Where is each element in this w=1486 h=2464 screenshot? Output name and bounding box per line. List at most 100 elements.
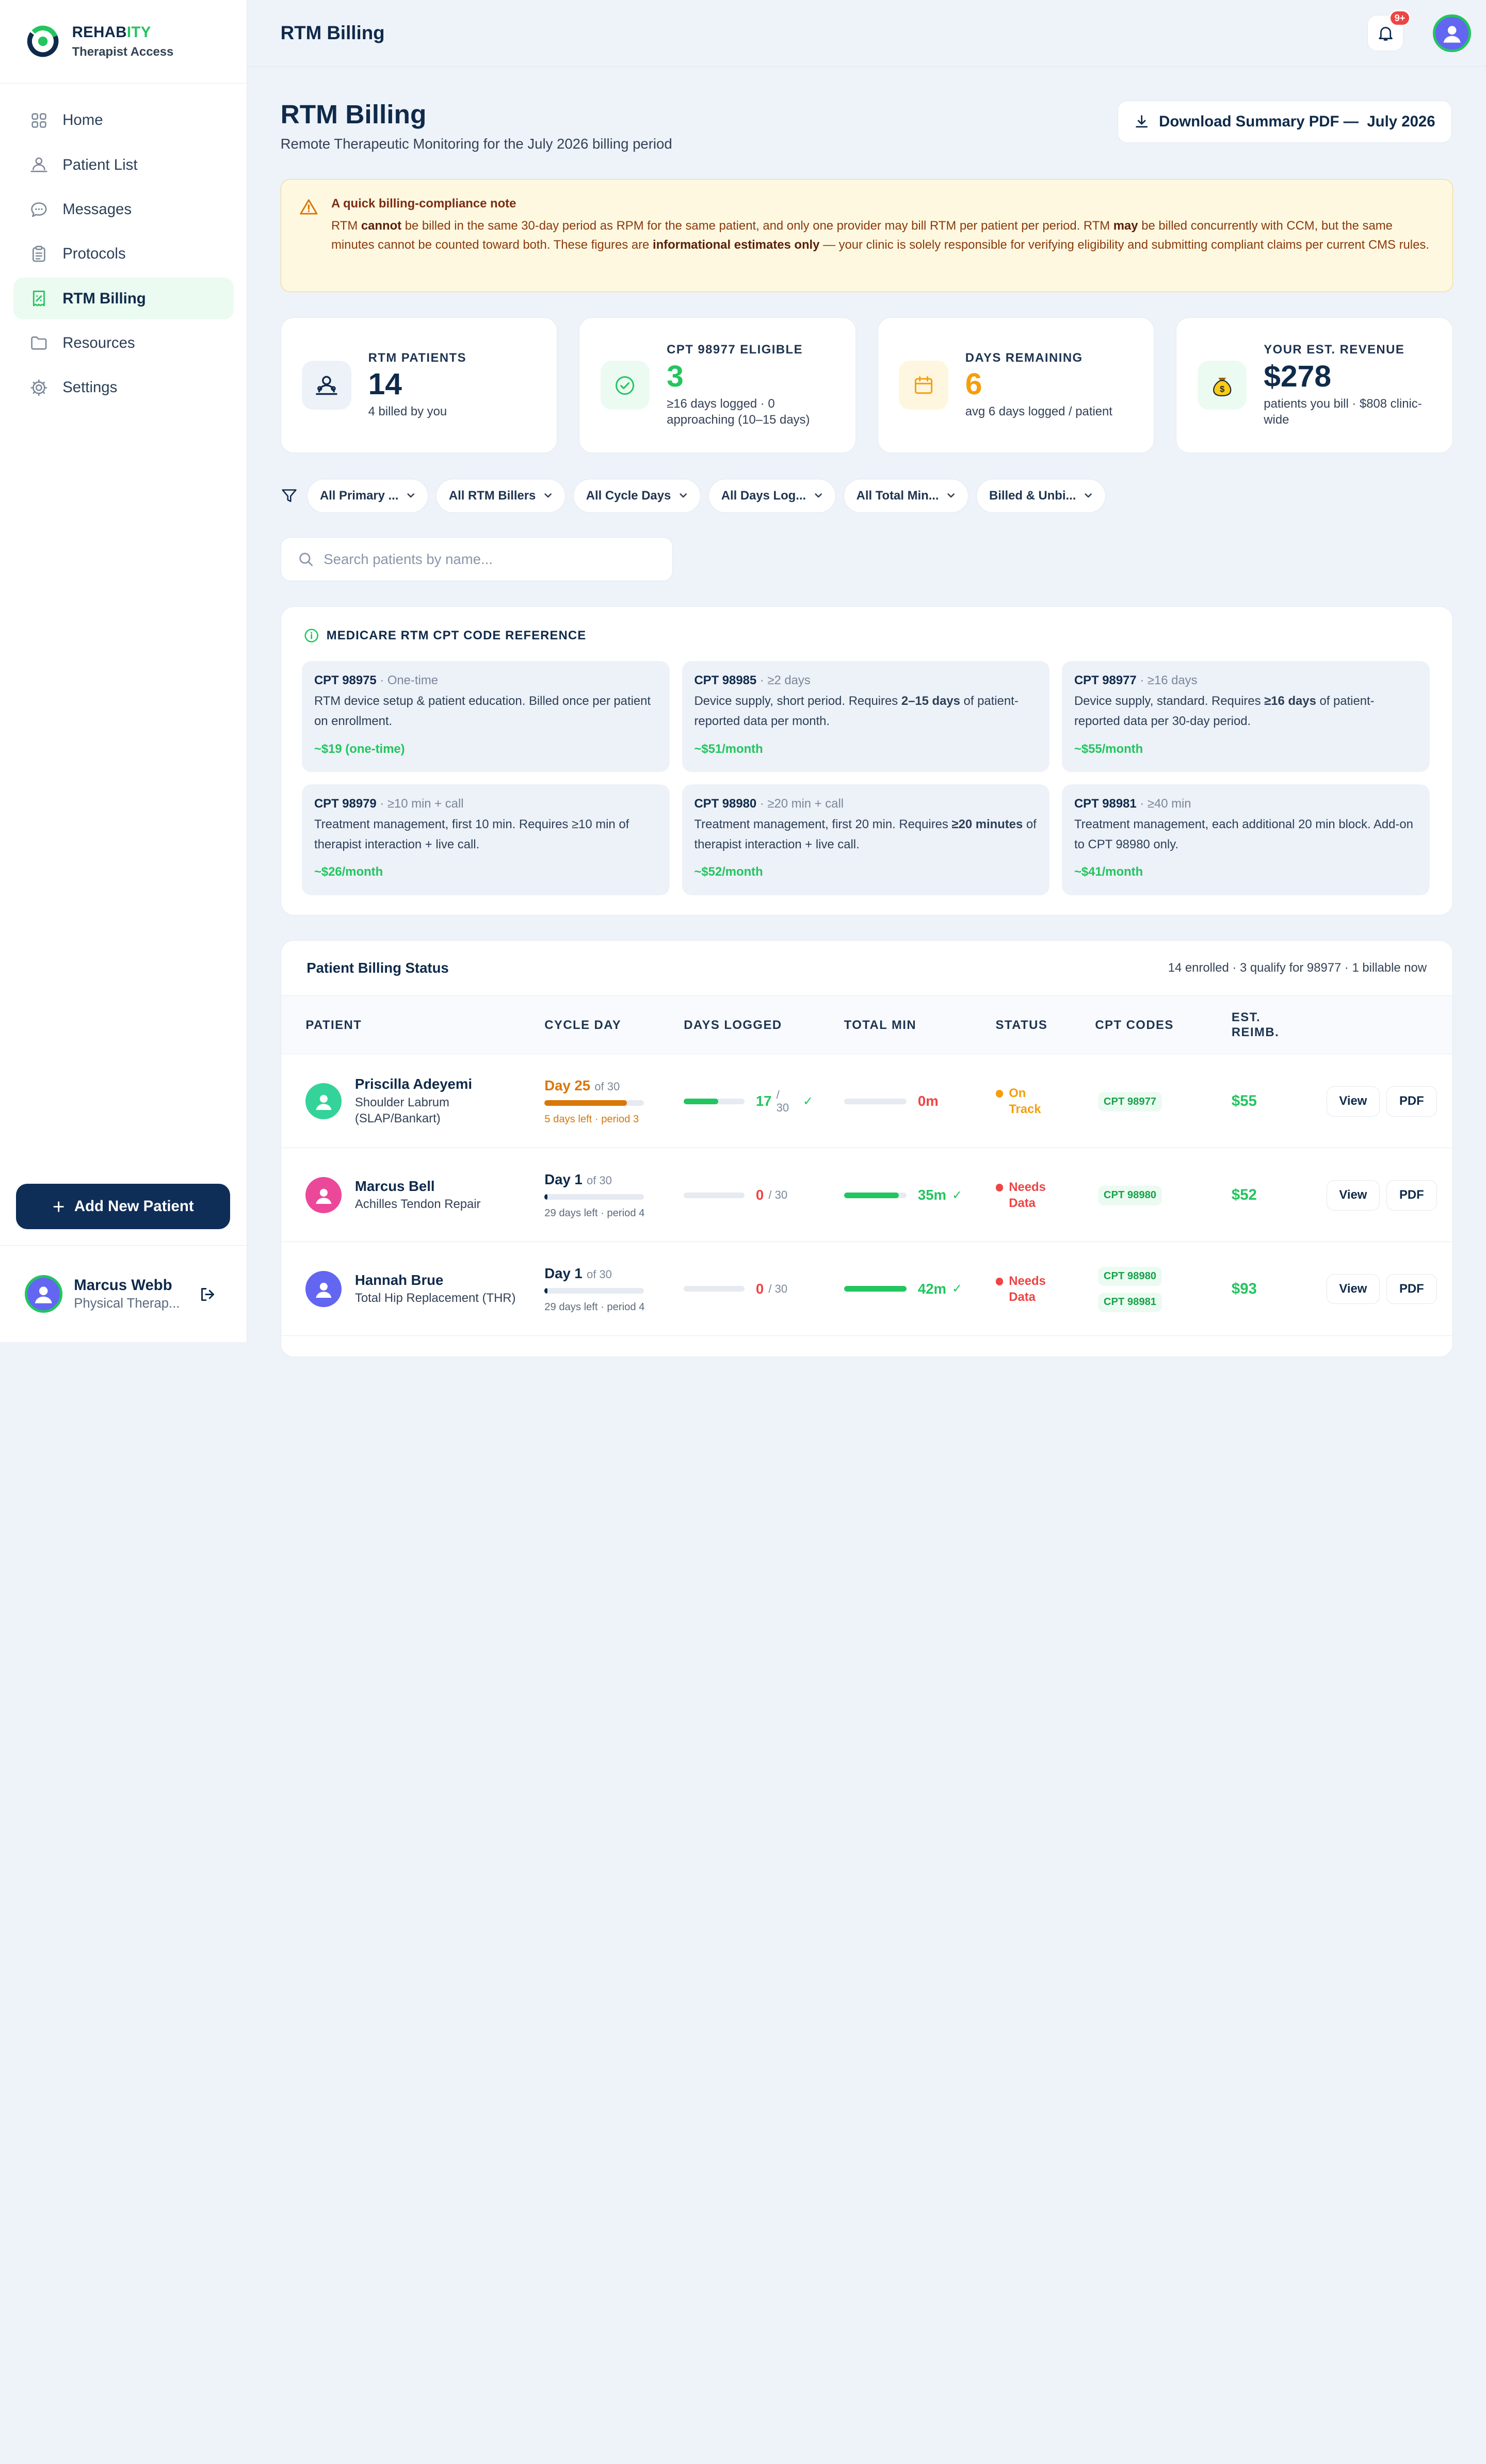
notifications-button[interactable]: 9+	[1367, 10, 1411, 52]
filter-dropdown[interactable]: All RTM Billers	[436, 478, 566, 513]
total-min-bar	[844, 1192, 907, 1198]
topbar: RTM Billing 9+	[247, 0, 1486, 67]
calendar-icon	[899, 360, 948, 410]
profile-avatar[interactable]	[1433, 14, 1471, 52]
filter-dropdown[interactable]: All Cycle Days	[573, 478, 701, 513]
days-logged-value: 17	[755, 1093, 772, 1109]
search-input[interactable]	[324, 551, 656, 568]
info-icon	[304, 629, 318, 642]
cpt-code-description: Treatment management, first 10 min. Requ…	[314, 817, 629, 851]
filter-dropdown[interactable]: All Total Min...	[843, 478, 969, 513]
total-min-cell: 42m ✓	[844, 1242, 962, 1336]
sidebar-item-messages[interactable]: Messages	[13, 188, 234, 230]
view-button[interactable]: View	[1326, 1180, 1380, 1211]
sidebar-item-resources[interactable]: Resources	[13, 322, 234, 364]
cycle-progress-bar	[544, 1288, 644, 1294]
clipboard-icon	[29, 245, 49, 264]
note-title: A quick billing-compliance note	[331, 197, 516, 211]
user-profile[interactable]: Marcus Webb Physical Therap...	[0, 1245, 247, 1342]
cycle-of: of 30	[594, 1080, 620, 1093]
total-check-icon: ✓	[952, 1282, 963, 1296]
money-bag-icon: $	[1197, 360, 1247, 410]
stat-subtext: patients you bill · $808 clinic-wide	[1264, 396, 1422, 427]
cpt-code-badge: CPT 98980	[1097, 1266, 1162, 1286]
chevron-down-icon	[407, 493, 415, 498]
pdf-button[interactable]: PDF	[1386, 1180, 1437, 1211]
note-text: RTM cannot be billed in the same 30-day …	[331, 219, 1429, 252]
col-total-min[interactable]: TOTAL MIN	[844, 996, 916, 1055]
filter-dropdown[interactable]: All Primary ...	[307, 478, 429, 513]
cpt-code-heading: CPT 98981 · ≥40 min	[1074, 796, 1191, 811]
cycle-day: Day 1	[544, 1171, 583, 1188]
row-actions: View PDF	[1326, 1242, 1437, 1336]
filter-dropdown[interactable]: All Days Log...	[708, 478, 836, 513]
cycle-days-left: 5 days left · period 3	[544, 1114, 639, 1125]
patient-cell: Priscilla Adeyemi Shoulder Labrum (SLAP/…	[305, 1054, 533, 1148]
cpt-code-heading: CPT 98980 · ≥20 min + call	[694, 796, 844, 811]
cpt-code-description: Device supply, short period. Requires 2–…	[694, 694, 1019, 728]
sidebar-item-label: RTM Billing	[62, 289, 146, 307]
chevron-down-icon	[947, 493, 955, 498]
cycle-of: of 30	[586, 1268, 612, 1281]
cycle-day: Day 1	[544, 1265, 583, 1282]
filter-label: All Days Log...	[721, 488, 806, 503]
cycle-days-left: 29 days left · period 4	[544, 1207, 645, 1219]
col-days-logged[interactable]: DAYS LOGGED	[684, 996, 782, 1055]
plus-icon: +	[52, 1194, 65, 1218]
sidebar-item-settings[interactable]: Settings	[13, 367, 234, 409]
stat-value: 6	[965, 367, 982, 401]
patient-name[interactable]: Hannah Brue	[355, 1272, 516, 1289]
days-logged-value: 0	[755, 1280, 764, 1297]
status-cell: On Track	[995, 1054, 1041, 1148]
users-icon	[302, 360, 351, 410]
chevron-down-icon	[1085, 493, 1092, 498]
total-min-bar	[844, 1286, 907, 1292]
status-badge: Needs Data	[995, 1273, 1046, 1305]
sidebar-item-patient-list[interactable]: Patient List	[13, 144, 234, 186]
cycle-progress-bar	[544, 1194, 644, 1200]
col-status[interactable]: STATUS	[996, 996, 1048, 1055]
brand[interactable]: REHABITY Therapist Access	[0, 0, 247, 84]
sidebar-item-rtm-billing[interactable]: RTM Billing	[13, 278, 234, 319]
view-button[interactable]: View	[1326, 1274, 1380, 1305]
table-body: Priscilla Adeyemi Shoulder Labrum (SLAP/…	[281, 1054, 1452, 1336]
pdf-button[interactable]: PDF	[1386, 1274, 1437, 1305]
patient-name[interactable]: Priscilla Adeyemi	[355, 1076, 516, 1092]
filter-dropdown[interactable]: Billed & Unbi...	[976, 478, 1106, 513]
stat-subtext: 4 billed by you	[368, 405, 447, 419]
cpt-code-price: ~$19 (one-time)	[314, 742, 405, 756]
page-subtitle: Remote Therapeutic Monitoring for the Ju…	[280, 135, 672, 152]
table-column-headers: PATIENT CYCLE DAY DAYS LOGGED TOTAL MIN …	[281, 995, 1452, 1055]
sidebar-item-label: Settings	[62, 379, 118, 396]
pdf-button[interactable]: PDF	[1386, 1086, 1437, 1117]
download-summary-pdf-button[interactable]: Download Summary PDF — July 2026	[1118, 100, 1452, 143]
patient-search[interactable]	[280, 537, 673, 581]
filter-label: All RTM Billers	[448, 488, 536, 503]
col-cpt-codes[interactable]: CPT CODES	[1095, 996, 1173, 1055]
col-cycle-day[interactable]: CYCLE DAY	[544, 996, 621, 1055]
sidebar-item-label: Messages	[62, 200, 132, 218]
filter-label: All Primary ...	[319, 488, 399, 503]
col-est-reimb[interactable]: EST. REIMB.	[1232, 996, 1279, 1055]
table-row[interactable]: Priscilla Adeyemi Shoulder Labrum (SLAP/…	[281, 1054, 1452, 1149]
logout-icon[interactable]	[199, 1286, 216, 1303]
stat-cards: RTM Patients 14 4 billed by you CPT 9897…	[280, 317, 1453, 453]
person-icon	[35, 1286, 52, 1303]
table-row[interactable]: Hannah Brue Total Hip Replacement (THR) …	[281, 1242, 1452, 1336]
filter-label: All Total Min...	[856, 488, 939, 503]
cpt-code-price: ~$41/month	[1074, 865, 1143, 879]
reference-title: MEDICARE RTM CPT CODE REFERENCE	[304, 628, 1432, 643]
table-row[interactable]: Marcus Bell Achilles Tendon Repair Day 1…	[281, 1148, 1452, 1243]
stat-card-days-remaining: Days Remaining 6 avg 6 days logged / pat…	[877, 317, 1155, 453]
cycle-days-left: 29 days left · period 4	[544, 1301, 645, 1313]
col-patient[interactable]: PATIENT	[305, 996, 362, 1055]
patient-name[interactable]: Marcus Bell	[355, 1178, 516, 1195]
add-new-patient-button[interactable]: + Add New Patient	[16, 1184, 231, 1230]
sidebar-item-protocols[interactable]: Protocols	[13, 233, 234, 275]
patient-condition: Shoulder Labrum (SLAP/Bankart)	[354, 1095, 449, 1126]
chat-icon	[29, 200, 49, 219]
patient-avatar	[305, 1177, 342, 1214]
stat-card-cpt-98977-eligible: CPT 98977 Eligible 3 ≥16 days logged · 0…	[579, 317, 856, 453]
sidebar-item-home[interactable]: Home	[13, 100, 234, 141]
view-button[interactable]: View	[1326, 1086, 1380, 1117]
